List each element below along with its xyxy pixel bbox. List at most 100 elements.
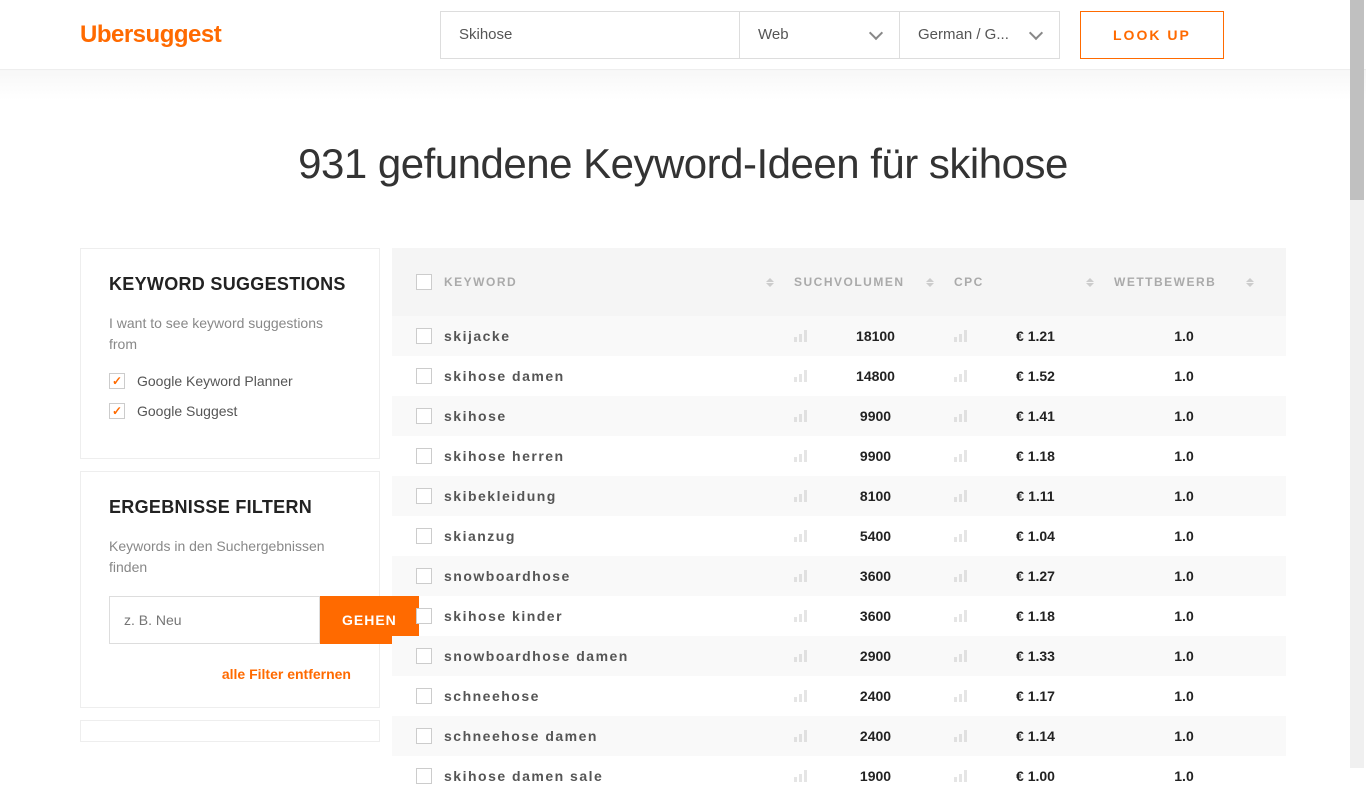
keyword-cell[interactable]: skihose damen sale [444, 768, 603, 784]
bar-chart-icon [794, 730, 807, 742]
bar-chart-icon [794, 330, 807, 342]
table-row: skihose damen14800€ 1.521.0 [392, 356, 1286, 396]
row-checkbox[interactable] [416, 368, 432, 384]
volume-cell: 5400 [817, 528, 954, 544]
brand-logo[interactable]: Ubersuggest [80, 21, 440, 49]
bar-chart-icon [954, 370, 967, 382]
bar-chart-icon [954, 570, 967, 582]
col-keyword-header[interactable]: KEYWORD [444, 275, 794, 289]
competition-cell: 1.0 [1114, 408, 1274, 424]
row-checkbox[interactable] [416, 448, 432, 464]
scrollbar[interactable] [1350, 0, 1364, 768]
row-checkbox[interactable] [416, 568, 432, 584]
language-value: German / G... [918, 26, 1009, 43]
table-row: skihose herren9900€ 1.181.0 [392, 436, 1286, 476]
col-keyword-label: KEYWORD [444, 275, 517, 289]
keyword-cell[interactable]: schneehose [444, 688, 540, 704]
scroll-thumb[interactable] [1350, 0, 1364, 200]
cpc-cell: € 1.11 [977, 488, 1114, 504]
sort-icon [926, 278, 934, 287]
bar-chart-icon [954, 490, 967, 502]
search-type-dropdown[interactable]: Web [740, 11, 900, 59]
col-cpc-header[interactable]: CPC [954, 275, 1114, 289]
row-checkbox[interactable] [416, 608, 432, 624]
select-all-checkbox[interactable] [416, 274, 432, 290]
col-volume-header[interactable]: SUCHVOLUMEN [794, 275, 954, 289]
lookup-button[interactable]: LOOK UP [1080, 11, 1224, 59]
language-dropdown[interactable]: German / G... [900, 11, 1060, 59]
col-cpc-label: CPC [954, 275, 984, 289]
bar-chart-icon [794, 530, 807, 542]
checkbox-google-planner[interactable] [109, 373, 125, 389]
cpc-cell: € 1.00 [977, 768, 1114, 784]
cpc-cell: € 1.52 [977, 368, 1114, 384]
table-row: skijacke18100€ 1.211.0 [392, 316, 1286, 356]
keyword-cell[interactable]: skihose [444, 408, 507, 424]
keyword-cell[interactable]: snowboardhose damen [444, 648, 629, 664]
row-checkbox[interactable] [416, 688, 432, 704]
label-google-planner: Google Keyword Planner [137, 373, 293, 389]
competition-cell: 1.0 [1114, 648, 1274, 664]
table-row: schneehose2400€ 1.171.0 [392, 676, 1286, 716]
bar-chart-icon [954, 650, 967, 662]
remove-filters-link[interactable]: alle Filter entfernen [109, 666, 351, 682]
cpc-cell: € 1.27 [977, 568, 1114, 584]
results-title: 931 gefundene Keyword-Ideen für skihose [0, 140, 1366, 188]
row-checkbox[interactable] [416, 728, 432, 744]
table-row: schneehose damen2400€ 1.141.0 [392, 716, 1286, 756]
bar-chart-icon [794, 610, 807, 622]
competition-cell: 1.0 [1114, 448, 1274, 464]
cpc-cell: € 1.41 [977, 408, 1114, 424]
table-row: skihose 9900 € 1.411.0 [392, 396, 1286, 436]
competition-cell: 1.0 [1114, 608, 1274, 624]
col-comp-label: WETTBEWERB [1114, 275, 1216, 289]
bar-chart-icon [954, 410, 967, 422]
bar-chart-icon [954, 450, 967, 462]
table-row: skibekleidung8100€ 1.111.0 [392, 476, 1286, 516]
row-checkbox[interactable] [416, 488, 432, 504]
filter-panel: ERGEBNISSE FILTERN Keywords in den Suche… [80, 471, 380, 708]
sort-icon [1086, 278, 1094, 287]
row-checkbox[interactable] [416, 328, 432, 344]
suggestions-subtitle: I want to see keyword suggestions from [109, 313, 351, 355]
keyword-cell[interactable]: skihose damen [444, 368, 565, 384]
bar-chart-icon [794, 570, 807, 582]
keyword-cell[interactable]: skijacke [444, 328, 511, 344]
suggestions-panel: KEYWORD SUGGESTIONS I want to see keywor… [80, 248, 380, 459]
chevron-down-icon [869, 25, 883, 39]
keyword-input[interactable] [440, 11, 740, 59]
keyword-cell[interactable]: skibekleidung [444, 488, 557, 504]
filter-subtitle: Keywords in den Suchergebnissen finden [109, 536, 351, 578]
row-checkbox[interactable] [416, 648, 432, 664]
cpc-cell: € 1.04 [977, 528, 1114, 544]
search-type-value: Web [758, 26, 789, 43]
keyword-cell[interactable]: skianzug [444, 528, 516, 544]
keyword-cell[interactable]: snowboardhose [444, 568, 571, 584]
volume-cell: 9900 [817, 448, 954, 464]
volume-cell: 18100 [817, 328, 954, 344]
competition-cell: 1.0 [1114, 488, 1274, 504]
table-row: snowboardhose3600€ 1.271.0 [392, 556, 1286, 596]
table-row: skihose kinder3600€ 1.181.0 [392, 596, 1286, 636]
col-comp-header[interactable]: WETTBEWERB [1114, 275, 1274, 289]
cpc-cell: € 1.18 [977, 608, 1114, 624]
volume-cell: 9900 [817, 408, 954, 424]
keyword-cell[interactable]: skihose kinder [444, 608, 563, 624]
filter-input[interactable] [109, 596, 320, 644]
bar-chart-icon [954, 690, 967, 702]
keyword-cell[interactable]: schneehose damen [444, 728, 598, 744]
row-checkbox[interactable] [416, 768, 432, 784]
checkbox-google-suggest[interactable] [109, 403, 125, 419]
keyword-cell[interactable]: skihose herren [444, 448, 565, 464]
volume-cell: 2400 [817, 688, 954, 704]
row-checkbox[interactable] [416, 528, 432, 544]
table-row: snowboardhose damen2900€ 1.331.0 [392, 636, 1286, 676]
volume-cell: 14800 [817, 368, 954, 384]
volume-cell: 2900 [817, 648, 954, 664]
filter-title: ERGEBNISSE FILTERN [109, 497, 351, 518]
competition-cell: 1.0 [1114, 328, 1274, 344]
col-volume-label: SUCHVOLUMEN [794, 275, 905, 289]
table-row: skianzug5400€ 1.041.0 [392, 516, 1286, 556]
bar-chart-icon [794, 490, 807, 502]
row-checkbox[interactable] [416, 408, 432, 424]
